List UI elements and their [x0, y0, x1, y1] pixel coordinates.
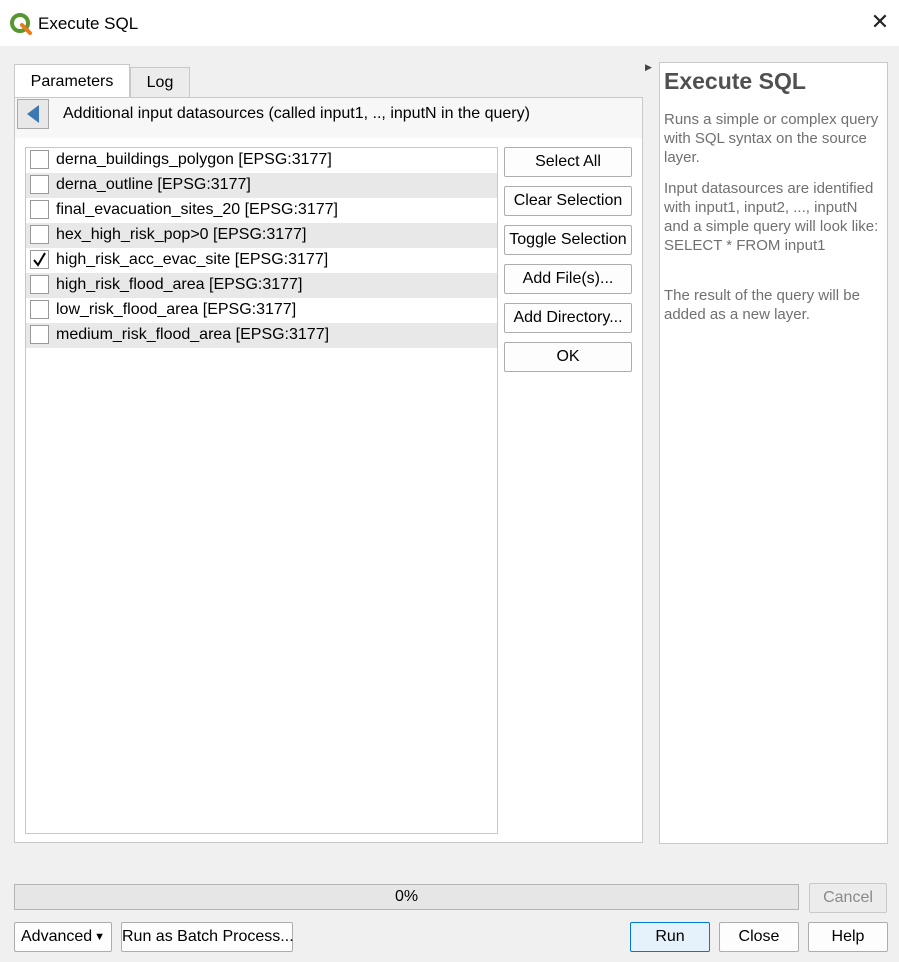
layer-checkbox[interactable] — [30, 150, 49, 169]
list-item[interactable]: derna_outline [EPSG:3177] — [26, 173, 497, 198]
add-directory-button[interactable]: Add Directory... — [504, 303, 632, 333]
run-button[interactable]: Run — [630, 922, 710, 952]
advanced-dropdown[interactable]: Advanced ▼ — [14, 922, 112, 952]
layer-checkbox[interactable] — [30, 225, 49, 244]
layer-list[interactable]: derna_buildings_polygon [EPSG:3177] dern… — [25, 147, 498, 834]
layer-label: medium_risk_flood_area [EPSG:3177] — [56, 326, 330, 343]
help-text: The result of the query will be added as… — [664, 287, 860, 323]
list-item[interactable]: high_risk_flood_area [EPSG:3177] — [26, 273, 497, 298]
panel-title: Additional input datasources (called inp… — [63, 105, 530, 122]
list-item[interactable]: high_risk_acc_evac_site [EPSG:3177] — [26, 248, 497, 273]
checkmark-icon — [33, 252, 46, 267]
select-all-button[interactable]: Select All — [504, 147, 632, 177]
add-files-button[interactable]: Add File(s)... — [504, 264, 632, 294]
list-item[interactable]: derna_buildings_polygon [EPSG:3177] — [26, 148, 497, 173]
cancel-button[interactable]: Cancel — [809, 883, 887, 913]
layer-checkbox[interactable] — [30, 250, 49, 269]
layer-checkbox[interactable] — [30, 300, 49, 319]
layer-label: final_evacuation_sites_20 [EPSG:3177] — [56, 201, 338, 218]
collapse-help-arrow-icon[interactable]: ▶ — [645, 62, 652, 73]
help-text: Runs a simple or complex query with SQL … — [664, 111, 879, 166]
run-batch-button[interactable]: Run as Batch Process... — [121, 922, 294, 952]
layer-checkbox[interactable] — [30, 325, 49, 344]
list-item[interactable]: low_risk_flood_area [EPSG:3177] — [26, 298, 497, 323]
ok-button[interactable]: OK — [504, 342, 632, 372]
help-button[interactable]: Help — [808, 922, 888, 952]
chevron-down-icon: ▼ — [94, 931, 105, 943]
help-text: Input datasources are identified with in… — [664, 180, 879, 254]
advanced-label: Advanced — [21, 928, 93, 945]
layer-label: high_risk_acc_evac_site [EPSG:3177] — [56, 251, 329, 268]
tab-log[interactable]: Log — [130, 67, 190, 98]
list-item[interactable]: final_evacuation_sites_20 [EPSG:3177] — [26, 198, 497, 223]
window-title: Execute SQL — [38, 14, 139, 33]
toggle-selection-button[interactable]: Toggle Selection — [504, 225, 632, 255]
layer-label: derna_outline [EPSG:3177] — [56, 176, 251, 193]
close-window-icon[interactable]: ✕ — [868, 10, 892, 34]
list-item[interactable]: medium_risk_flood_area [EPSG:3177] — [26, 323, 497, 348]
layer-checkbox[interactable] — [30, 175, 49, 194]
close-button[interactable]: Close — [719, 922, 799, 952]
back-button[interactable] — [17, 99, 49, 129]
layer-checkbox[interactable] — [30, 200, 49, 219]
list-item[interactable]: hex_high_risk_pop>0 [EPSG:3177] — [26, 223, 497, 248]
clear-selection-button[interactable]: Clear Selection — [504, 186, 632, 216]
layer-label: low_risk_flood_area [EPSG:3177] — [56, 301, 297, 318]
layer-label: derna_buildings_polygon [EPSG:3177] — [56, 151, 332, 168]
layer-checkbox[interactable] — [30, 275, 49, 294]
tab-parameters[interactable]: Parameters — [14, 64, 130, 98]
progress-text: 0% — [394, 888, 419, 905]
help-title: Execute SQL — [664, 68, 806, 94]
layer-label: high_risk_flood_area [EPSG:3177] — [56, 276, 303, 293]
qgis-logo-icon — [10, 13, 32, 35]
arrow-left-icon — [27, 105, 39, 123]
layer-label: hex_high_risk_pop>0 [EPSG:3177] — [56, 226, 307, 243]
